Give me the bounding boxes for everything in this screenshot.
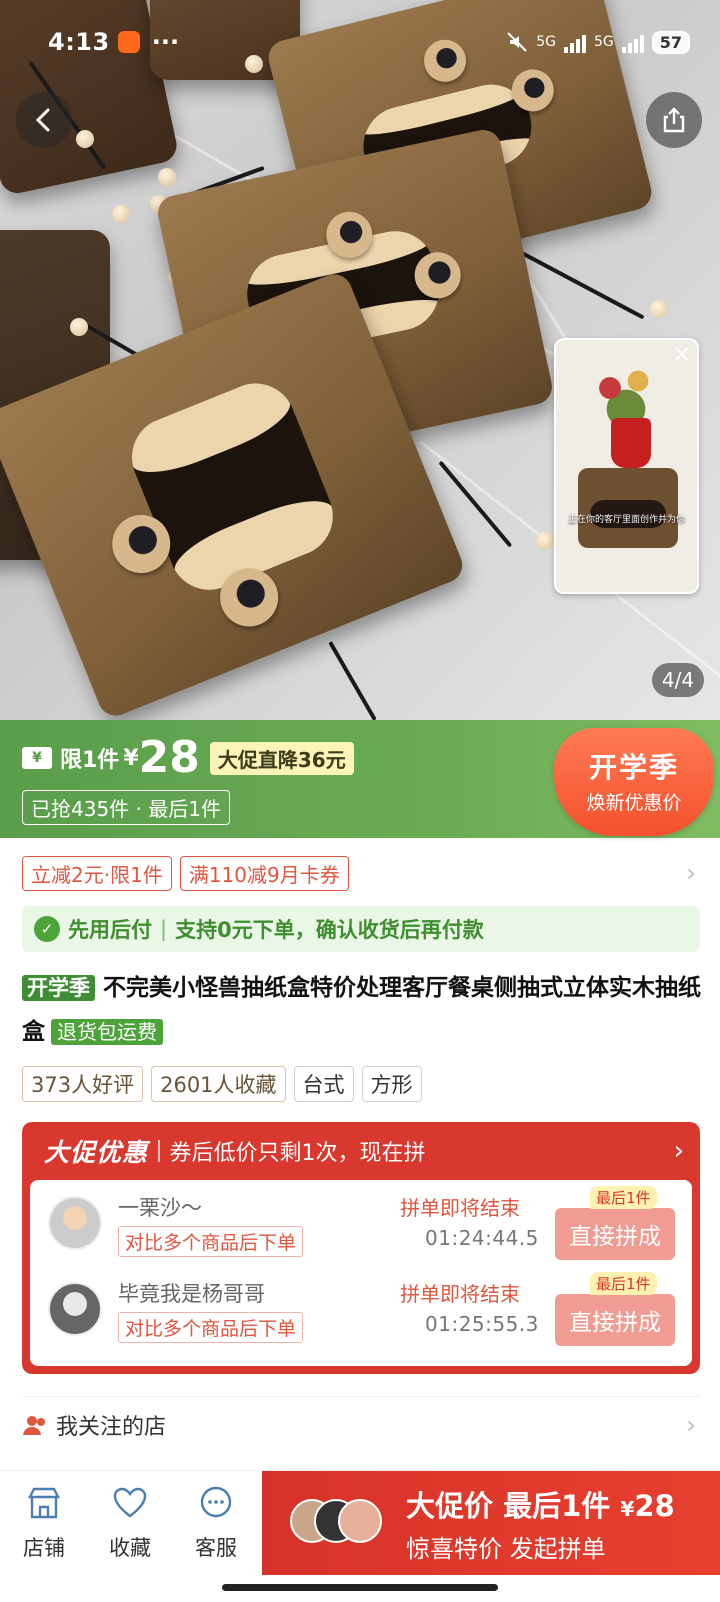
season-badge-sub: 焕新优惠价	[586, 792, 682, 814]
join-group-button[interactable]: 直接拼成	[555, 1294, 675, 1346]
group-buy-subtitle: 券后低价只剩1次，现在拼	[169, 1141, 426, 1166]
chevron-right-icon[interactable]: ›	[674, 1136, 684, 1166]
coupon-instant-discount[interactable]: 立减2元·限1件	[22, 855, 172, 891]
battery-icon: 57	[651, 30, 690, 54]
pay-later-divider: |	[160, 917, 168, 941]
buyer-hint: 对比多个商品后下单	[118, 1312, 304, 1343]
group-buy-row: 一栗沙～ 对比多个商品后下单 拼单即将结束 01:24:44.5 直接拼成 最后…	[30, 1180, 692, 1266]
nav-favorite[interactable]: 收藏	[90, 1485, 170, 1562]
cta-currency: ¥	[620, 1497, 635, 1521]
nav-favorite-label: 收藏	[109, 1536, 151, 1560]
coupon-monthly-card[interactable]: 满110减9月卡券	[179, 855, 349, 891]
start-group-buy-button[interactable]: 大促价 最后1件 ¥28 惊喜特价 发起拼单	[262, 1471, 720, 1575]
season-badge: 开学季 焕新优惠价	[554, 728, 714, 836]
video-thumbnail[interactable]: 正在你的客厅里面创作并为你 ×	[554, 338, 699, 594]
countdown-timer: 01:25:55.3	[425, 1312, 539, 1336]
attr-style: 台式	[293, 1066, 354, 1102]
product-attributes: 373人好评 2601人收藏 台式 方形	[22, 1066, 422, 1102]
status-more: ···	[151, 28, 180, 56]
pay-later-icon: ✓	[34, 916, 60, 942]
network-5g-label-2: 5G	[593, 34, 614, 50]
attr-shape: 方形	[361, 1066, 422, 1102]
promo-discount-tag: 大促直降36元	[209, 741, 354, 775]
current-price: 28	[138, 732, 200, 783]
group-buy-row: 毕竟我是杨哥哥 对比多个商品后下单 拼单即将结束 01:25:55.3 直接拼成…	[30, 1266, 692, 1352]
nav-store[interactable]: 店铺	[4, 1485, 84, 1562]
season-badge-title: 开学季	[588, 751, 679, 784]
store-icon	[28, 1487, 60, 1519]
buyer-name: 毕竟我是杨哥哥	[118, 1282, 265, 1306]
pay-later-label: 先用后付	[68, 918, 152, 942]
nav-customer-service[interactable]: 客服	[176, 1485, 256, 1562]
group-buy-header[interactable]: 大促优惠 券后低价只剩1次，现在拼 ›	[22, 1122, 700, 1180]
home-indicator[interactable]	[222, 1584, 498, 1591]
app-notification-icon	[117, 31, 140, 53]
attr-good-reviews[interactable]: 373人好评	[22, 1066, 144, 1102]
coupon-row[interactable]: 立减2元·限1件 满110减9月卡券 ›	[22, 855, 700, 891]
thumbnail-caption: 正在你的客厅里面创作并为你	[567, 515, 685, 525]
chevron-right-icon[interactable]: ›	[686, 859, 696, 887]
avatar	[48, 1282, 102, 1336]
share-button[interactable]	[646, 92, 702, 148]
cta-line2: 惊喜特价 发起拼单	[406, 1535, 606, 1563]
people-icon	[22, 1412, 48, 1438]
image-pager: 4/4	[652, 663, 704, 697]
network-5g-label: 5G	[536, 34, 556, 50]
chat-icon	[200, 1486, 232, 1518]
group-avatars	[290, 1499, 382, 1547]
group-buy-divider	[158, 1140, 160, 1162]
ending-label: 拼单即将结束	[400, 1196, 520, 1220]
cta-price: 28	[634, 1489, 675, 1523]
avatar	[338, 1499, 382, 1543]
season-tag: 开学季	[22, 975, 95, 1001]
attr-favorites[interactable]: 2601人收藏	[151, 1066, 286, 1102]
currency-symbol: ¥	[123, 745, 139, 771]
last-item-badge: 最后1件	[590, 1186, 657, 1209]
nav-customer-service-label: 客服	[195, 1536, 237, 1560]
close-icon[interactable]: ×	[673, 344, 691, 366]
cta-line1: 大促价 最后1件 ¥28	[406, 1483, 675, 1525]
signal-icon-2	[621, 31, 644, 53]
pay-later-desc: 支持0元下单，确认收货后再付款	[175, 918, 484, 942]
product-title: 开学季 不完美小怪兽抽纸盒特价处理客厅餐桌侧抽式立体实木抽纸盒 退货包运费	[22, 966, 702, 1054]
chevron-left-icon	[35, 108, 50, 132]
avatar	[48, 1196, 102, 1250]
signal-icon	[563, 31, 586, 53]
chevron-right-icon[interactable]: ›	[686, 1411, 696, 1439]
followed-stores-label: 我关注的店	[56, 1414, 167, 1440]
pay-later-banner[interactable]: ✓ 先用后付 | 支持0元下单，确认收货后再付款	[22, 906, 700, 952]
product-image-gallery[interactable]: 4:13 ··· 5G 5G 57 正在你的客厅里面创作并为你 × 4/4	[0, 0, 720, 720]
sold-info: 已抢435件 · 最后1件	[22, 790, 230, 825]
ticket-icon: ¥	[22, 747, 52, 769]
cta-line1-text: 大促价 最后1件	[406, 1489, 611, 1523]
followed-stores-row[interactable]: 我关注的店 ›	[22, 1396, 700, 1444]
free-return-tag: 退货包运费	[51, 1019, 163, 1045]
join-group-button[interactable]: 直接拼成	[555, 1208, 675, 1260]
bottom-action-bar: 店铺 收藏 客服 大促价 最后1件 ¥28 惊喜特价 发起拼单	[0, 1470, 720, 1602]
status-time: 4:13	[48, 28, 110, 56]
group-buy-title: 大促优惠	[44, 1138, 149, 1167]
countdown-timer: 01:24:44.5	[425, 1226, 539, 1250]
ending-label: 拼单即将结束	[400, 1282, 520, 1306]
mute-icon	[507, 32, 527, 52]
group-buy-list: 一栗沙～ 对比多个商品后下单 拼单即将结束 01:24:44.5 直接拼成 最后…	[30, 1180, 692, 1366]
share-icon	[663, 107, 685, 133]
status-bar: 4:13 ··· 5G 5G 57	[48, 24, 690, 60]
back-button[interactable]	[16, 92, 72, 148]
limit-label: 限1件	[60, 748, 120, 773]
product-page: 4:13 ··· 5G 5G 57 正在你的客厅里面创作并为你 × 4/4 ¥ …	[0, 0, 720, 1602]
group-buy-card: 大促优惠 券后低价只剩1次，现在拼 › 一栗沙～ 对比多个商品后下单 拼单即将结…	[22, 1122, 700, 1374]
nav-store-label: 店铺	[23, 1536, 65, 1560]
buyer-name: 一栗沙～	[118, 1196, 202, 1220]
last-item-badge: 最后1件	[590, 1272, 657, 1295]
buyer-hint: 对比多个商品后下单	[118, 1226, 304, 1257]
heart-icon	[113, 1487, 147, 1518]
